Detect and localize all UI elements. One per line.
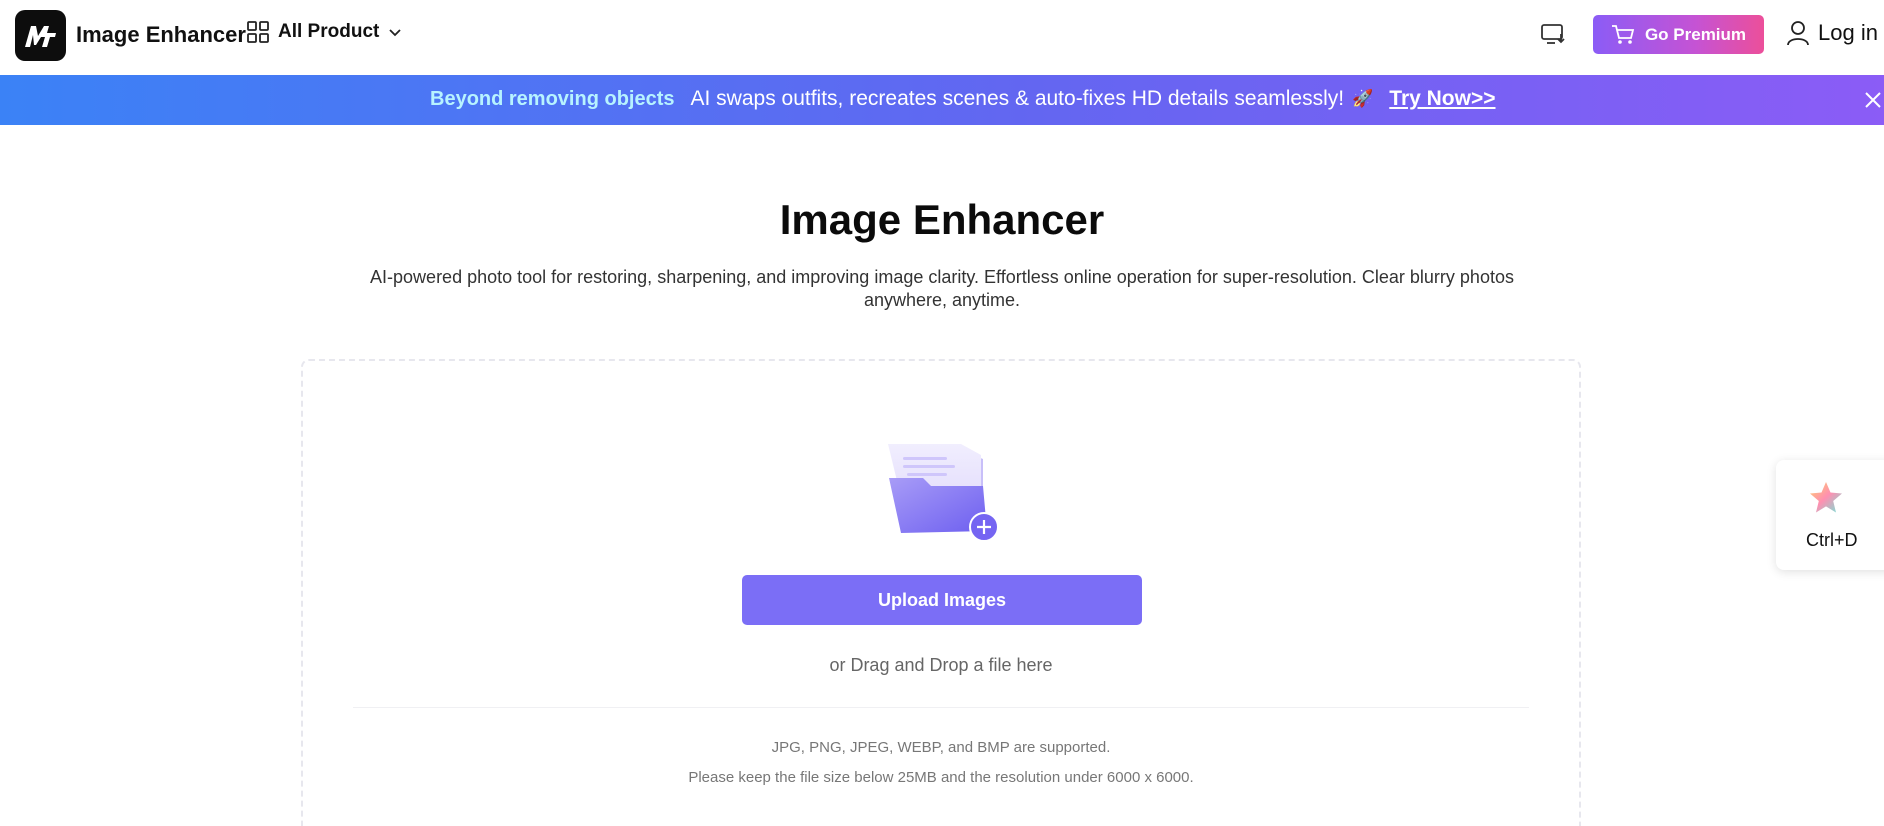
grid-icon [247, 21, 269, 43]
upload-dropzone[interactable]: Upload Images or Drag and Drop a file he… [301, 359, 1581, 826]
go-premium-label: Go Premium [1644, 24, 1747, 44]
app-title[interactable]: Image Enhancer [76, 22, 246, 48]
upload-images-button[interactable]: Upload Images [742, 575, 1142, 625]
go-premium-button[interactable]: Go Premium [1593, 15, 1764, 54]
folder-upload-icon [888, 444, 999, 541]
promo-banner: Beyond removing objects AI swaps outfits… [0, 75, 1884, 125]
star-icon [1810, 482, 1842, 513]
divider [353, 707, 1529, 708]
user-icon [1787, 21, 1809, 46]
mt-logo-icon [24, 25, 56, 47]
all-product-label: All Product [278, 21, 380, 42]
top-header: Image Enhancer All Product Go Premium Lo… [0, 0, 1884, 74]
file-limits-text: Please keep the file size below 25MB and… [688, 769, 1194, 786]
promo-banner-content: Beyond removing objects AI swaps outfits… [430, 87, 1496, 111]
monitor-download-button[interactable] [1539, 20, 1567, 48]
close-icon[interactable] [1864, 91, 1882, 109]
rocket-icon: 🚀 [1352, 89, 1374, 108]
banner-message: AI swaps outfits, recreates scenes & aut… [690, 87, 1345, 110]
try-now-link[interactable]: Try Now>> [1389, 87, 1495, 111]
banner-highlight: Beyond removing objects [430, 87, 675, 110]
drag-drop-hint: or Drag and Drop a file here [829, 655, 1053, 675]
bookmark-widget[interactable]: Ctrl+D [1776, 460, 1884, 570]
cart-icon [1611, 24, 1635, 44]
all-product-menu[interactable]: All Product [246, 20, 403, 44]
app-logo[interactable] [15, 10, 66, 61]
login-button[interactable]: Log in [1786, 20, 1878, 46]
bookmark-shortcut: Ctrl+D [1806, 530, 1858, 550]
supported-formats-text: JPG, PNG, JPEG, WEBP, and BMP are suppor… [771, 739, 1111, 756]
login-label: Log in [1818, 20, 1878, 45]
chevron-down-icon [389, 29, 401, 37]
page-title: Image Enhancer [779, 196, 1105, 243]
page-subtitle: AI-powered photo tool for restoring, sha… [370, 267, 1514, 310]
monitor-download-icon [1541, 24, 1565, 44]
